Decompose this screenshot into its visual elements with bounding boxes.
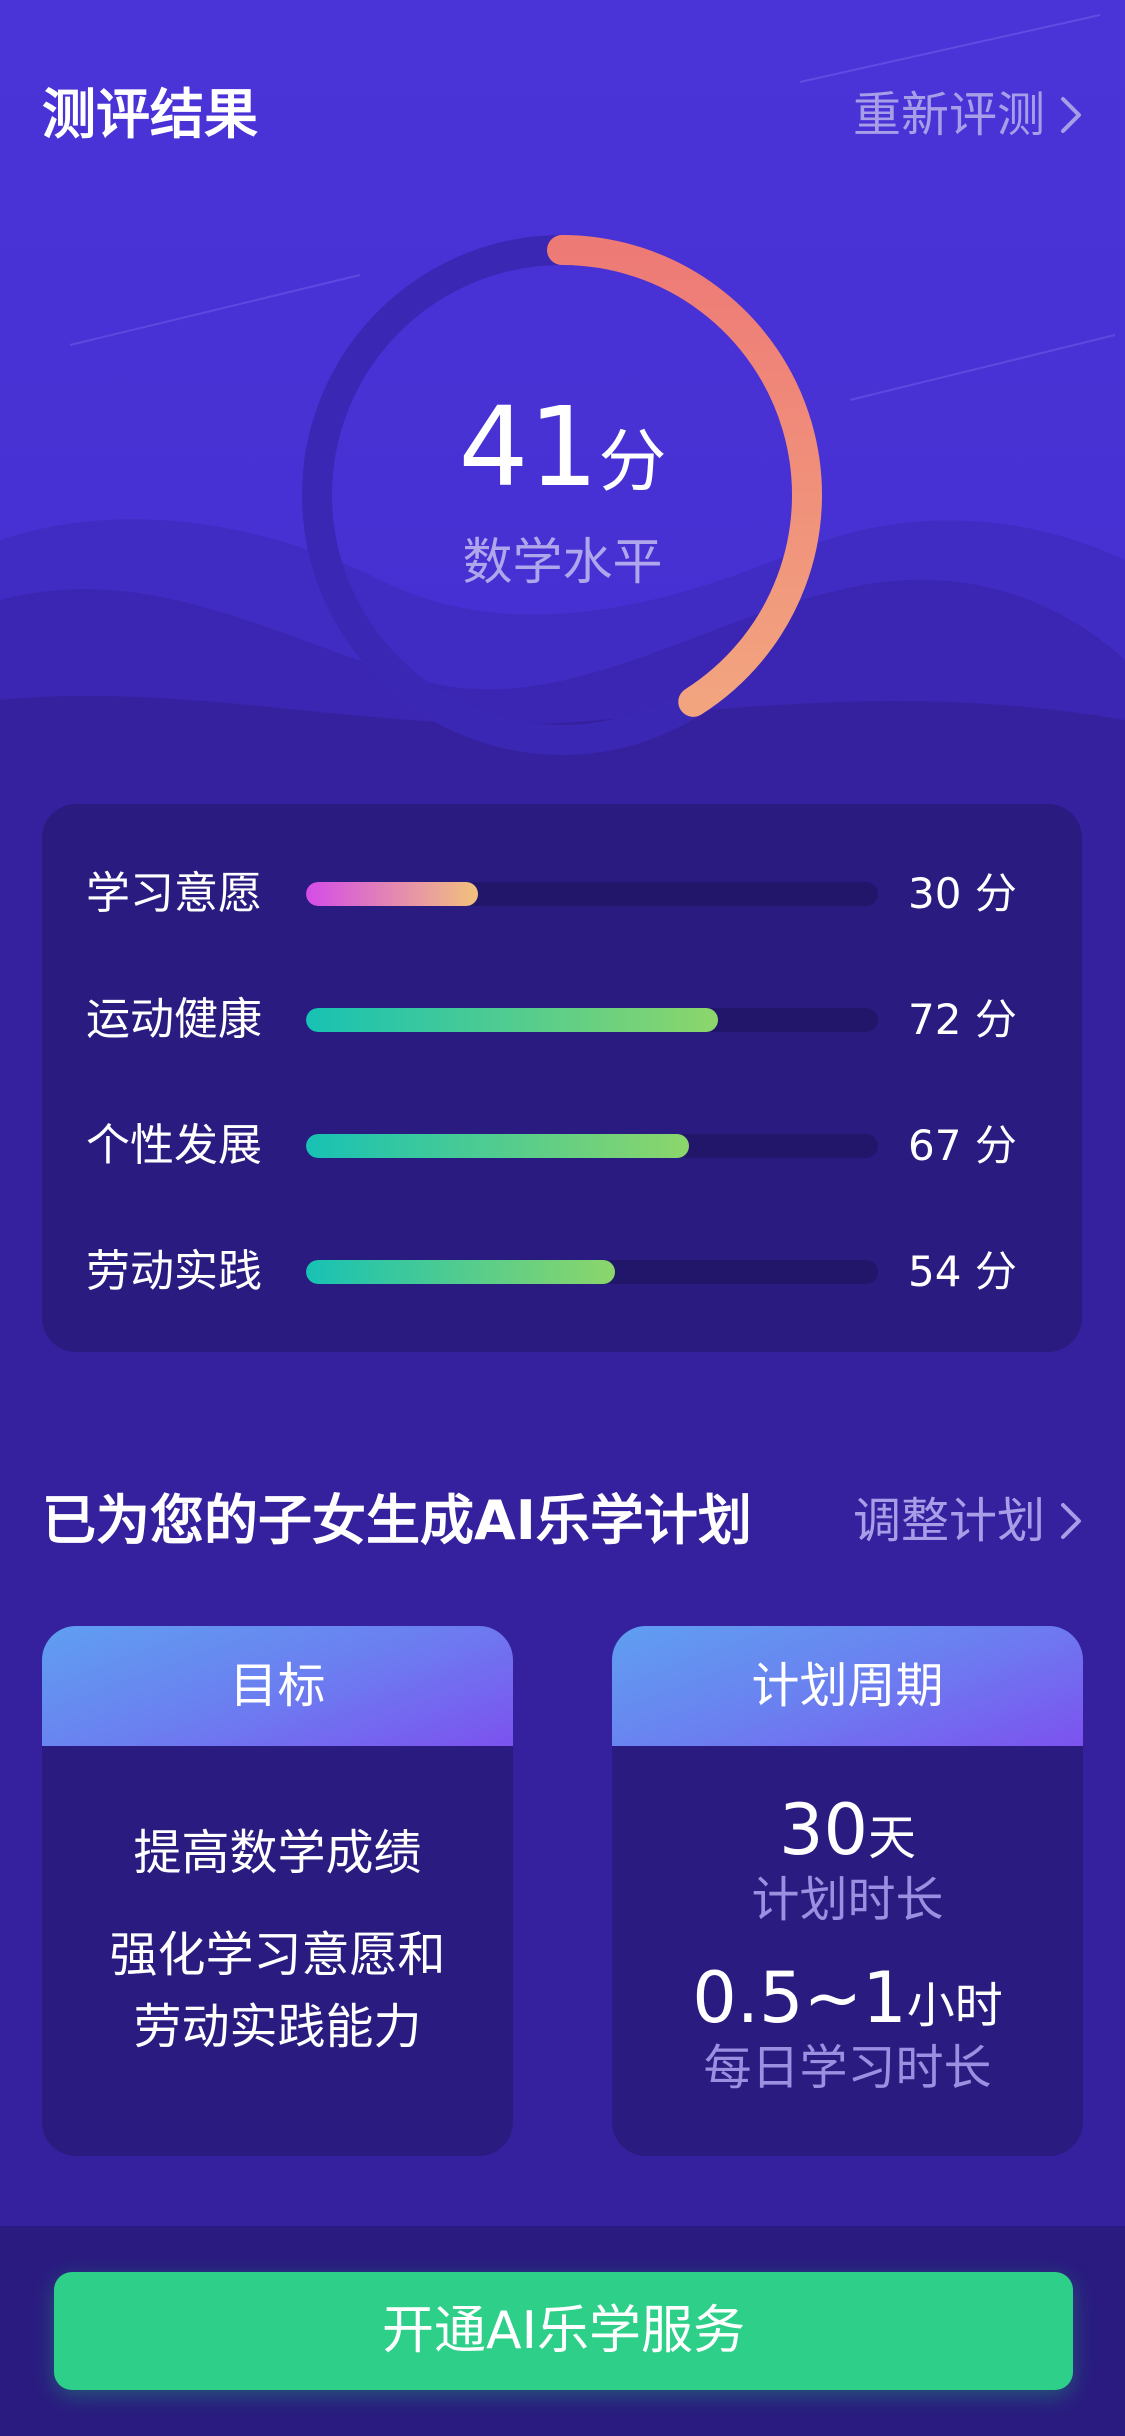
goal-card-header: 目标 — [42, 1626, 513, 1746]
score-value: 41 — [458, 383, 599, 511]
page-title: 测评结果 — [42, 83, 258, 146]
metric-progress-fill — [306, 1260, 615, 1284]
score-label: 数学水平 — [462, 533, 663, 591]
goal-card: 目标 提高数学成绩 强化学习意愿和 劳动实践能力 — [42, 1626, 513, 2156]
daily-study-time-label: 每日学习时长 — [703, 2040, 992, 2096]
metric-progress-fill — [306, 882, 478, 906]
adjust-plan-label: 调整计划 — [852, 1493, 1045, 1549]
metric-progress-track — [306, 1260, 878, 1284]
metric-row: 劳动实践 54 分 — [42, 1242, 1082, 1302]
period-card-header: 计划周期 — [612, 1626, 1083, 1746]
adjust-plan-link[interactable]: 调整计划 — [853, 1490, 1085, 1552]
period-card: 计划周期 30天 计划时长 0.5~1小时 每日学习时长 — [612, 1626, 1083, 2156]
metric-progress-fill — [306, 1134, 690, 1158]
metrics-card: 学习意愿 30 分 运动健康 72 分 个性发展 67 分 劳动实践 54 分 — [42, 804, 1082, 1352]
chevron-right-icon — [1061, 97, 1081, 133]
metric-progress-fill — [306, 1008, 718, 1032]
metric-row: 学习意愿 30 分 — [42, 864, 1082, 924]
metric-label: 学习意愿 — [86, 868, 262, 919]
metric-progress-track — [306, 882, 878, 906]
metric-value: 72 分 — [908, 995, 1017, 1044]
metric-label: 劳动实践 — [86, 1246, 262, 1297]
score-unit: 分 — [598, 423, 667, 502]
retest-link[interactable]: 重新评测 — [853, 84, 1085, 146]
metric-value: 54 分 — [908, 1247, 1017, 1296]
metric-label: 个性发展 — [86, 1120, 262, 1171]
goal-line: 强化学习意愿和 — [109, 1927, 446, 1983]
metric-value: 67 分 — [908, 1121, 1017, 1170]
metric-progress-track — [306, 1008, 878, 1032]
score-display: 41分 — [0, 392, 1125, 535]
goal-line: 劳动实践能力 — [133, 1999, 422, 2055]
goal-line: 提高数学成绩 — [133, 1825, 422, 1881]
retest-label: 重新评测 — [852, 87, 1045, 143]
activate-service-button[interactable]: 开通AI乐学服务 — [54, 2272, 1073, 2390]
metric-value: 30 分 — [908, 869, 1017, 918]
metric-label: 运动健康 — [86, 994, 262, 1045]
metric-row: 运动健康 72 分 — [42, 990, 1082, 1050]
plan-title: 已为您的子女生成AI乐学计划 — [42, 1489, 752, 1552]
chevron-right-icon — [1061, 1503, 1081, 1539]
metric-row: 个性发展 67 分 — [42, 1116, 1082, 1176]
metric-progress-track — [306, 1134, 878, 1158]
plan-duration-label: 计划时长 — [751, 1872, 944, 1928]
